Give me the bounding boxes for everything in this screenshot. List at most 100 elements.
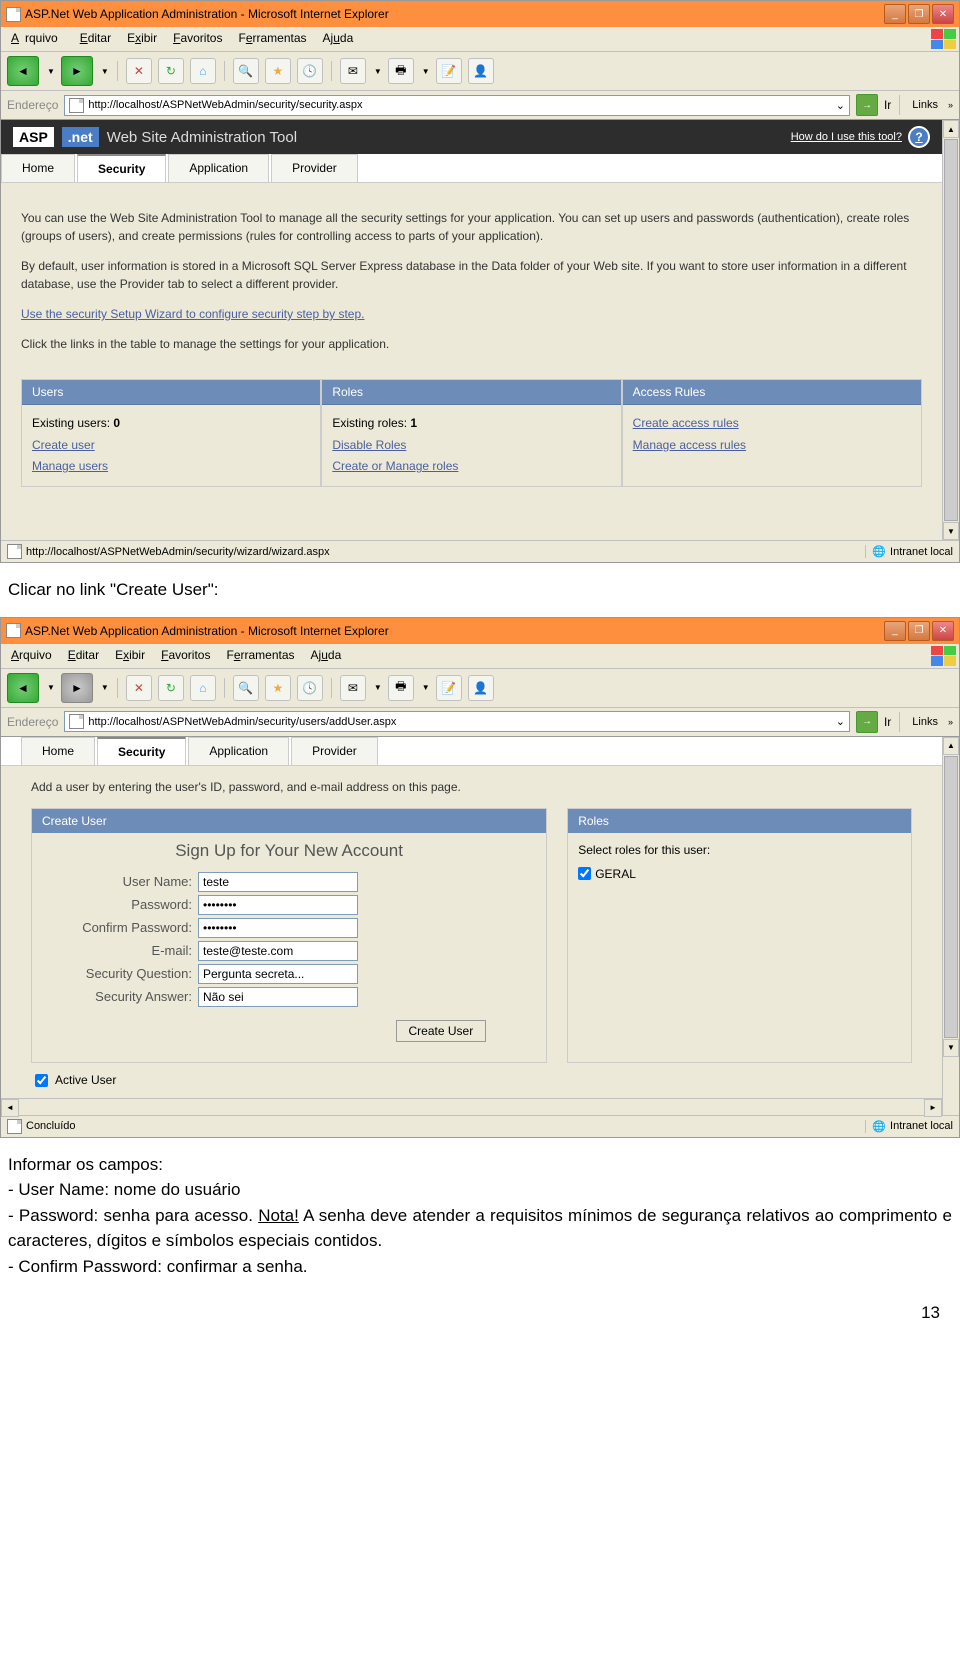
tabs: Home Security Application Provider (1, 737, 942, 766)
messenger-button[interactable]: 👤 (468, 675, 494, 701)
mail-button[interactable]: ✉ (340, 675, 366, 701)
history-button[interactable]: 🕓 (297, 58, 323, 84)
go-button[interactable]: → (856, 711, 878, 733)
close-button[interactable]: ✕ (932, 621, 954, 641)
edit-button[interactable]: 📝 (436, 675, 462, 701)
username-input[interactable] (198, 872, 358, 892)
help-link[interactable]: How do I use this tool? (791, 131, 902, 143)
windows-flag-icon (931, 29, 955, 49)
messenger-button[interactable]: 👤 (468, 58, 494, 84)
forward-button[interactable]: ► (61, 56, 93, 86)
menu-editar[interactable]: Editar (74, 29, 117, 49)
help-icon[interactable]: ? (908, 126, 930, 148)
print-button[interactable]: 🖶 (388, 675, 414, 701)
password-input[interactable] (198, 895, 358, 915)
close-button[interactable]: ✕ (932, 4, 954, 24)
users-column: Users Existing users: 0 Create user Mana… (21, 379, 321, 487)
scroll-thumb[interactable] (944, 756, 958, 1038)
disable-roles-link[interactable]: Disable Roles (332, 438, 406, 452)
security-question-input[interactable] (198, 964, 358, 984)
manage-access-link[interactable]: Manage access rules (633, 438, 746, 452)
minimize-button[interactable]: _ (884, 621, 906, 641)
tab-security[interactable]: Security (77, 154, 166, 182)
home-button[interactable]: ⌂ (190, 675, 216, 701)
vertical-scrollbar[interactable]: ▲ ▼ (942, 737, 959, 1115)
links-label[interactable]: Links (908, 716, 942, 728)
scroll-left-button[interactable]: ◄ (1, 1099, 19, 1117)
minimize-button[interactable]: _ (884, 4, 906, 24)
links-label[interactable]: Links (908, 99, 942, 111)
menu-favoritos[interactable]: Favoritos (155, 646, 216, 666)
create-access-link[interactable]: Create access rules (633, 416, 739, 430)
doc-confirm: - Confirm Password: confirmar a senha. (8, 1254, 952, 1280)
content-body: You can use the Web Site Administration … (1, 183, 942, 379)
menu-exibir[interactable]: Exibir (109, 646, 151, 666)
search-button[interactable]: 🔍 (233, 58, 259, 84)
menu-editar[interactable]: Editar (62, 646, 105, 666)
mail-button[interactable]: ✉ (340, 58, 366, 84)
active-user-checkbox[interactable] (35, 1074, 48, 1087)
toolbar: ◄▼ ►▼ ✕ ↻ ⌂ 🔍 ★ 🕓 ✉▼ 🖶▼ 📝 👤 (1, 52, 959, 91)
menu-arquivo[interactable]: Arquivo (5, 646, 58, 666)
menu-ajuda[interactable]: Ajuda (305, 646, 348, 666)
wizard-link[interactable]: Use the security Setup Wizard to configu… (21, 307, 365, 321)
tab-provider[interactable]: Provider (291, 737, 378, 765)
create-user-link[interactable]: Create user (32, 438, 95, 452)
maximize-button[interactable]: ❐ (908, 4, 930, 24)
menubar: Arquivo Editar Exibir Favoritos Ferramen… (1, 644, 959, 669)
go-button[interactable]: → (856, 94, 878, 116)
favorites-button[interactable]: ★ (265, 675, 291, 701)
ie-icon (6, 623, 21, 638)
scroll-down-button[interactable]: ▼ (943, 522, 959, 540)
tab-application[interactable]: Application (168, 154, 269, 182)
scroll-right-button[interactable]: ► (924, 1099, 942, 1117)
security-answer-input[interactable] (198, 987, 358, 1007)
tool-title: Web Site Administration Tool (107, 129, 297, 146)
scroll-up-button[interactable]: ▲ (943, 737, 959, 755)
edit-button[interactable]: 📝 (436, 58, 462, 84)
favorites-button[interactable]: ★ (265, 58, 291, 84)
stop-button[interactable]: ✕ (126, 675, 152, 701)
back-button[interactable]: ◄ (7, 56, 39, 86)
back-button[interactable]: ◄ (7, 673, 39, 703)
tab-security[interactable]: Security (97, 737, 186, 765)
email-label: E-mail: (52, 943, 192, 958)
menu-ajuda[interactable]: Ajuda (317, 29, 360, 49)
refresh-button[interactable]: ↻ (158, 675, 184, 701)
tab-home[interactable]: Home (1, 154, 75, 182)
tab-provider[interactable]: Provider (271, 154, 358, 182)
role-checkbox[interactable] (578, 867, 591, 880)
horizontal-scrollbar[interactable]: ◄ ► (1, 1098, 942, 1115)
address-input[interactable]: http://localhost/ASPNetWebAdmin/security… (64, 95, 850, 116)
tab-application[interactable]: Application (188, 737, 289, 765)
confirm-password-input[interactable] (198, 918, 358, 938)
stop-button[interactable]: ✕ (126, 58, 152, 84)
home-button[interactable]: ⌂ (190, 58, 216, 84)
manage-roles-link[interactable]: Create or Manage roles (332, 459, 458, 473)
password-label: Password: (52, 897, 192, 912)
page-icon (69, 714, 84, 729)
menu-arquivo[interactable]: Arquivo (5, 29, 70, 49)
address-input[interactable]: http://localhost/ASPNetWebAdmin/security… (64, 711, 850, 732)
create-user-button[interactable]: Create User (396, 1020, 487, 1042)
scroll-up-button[interactable]: ▲ (943, 120, 959, 138)
maximize-button[interactable]: ❐ (908, 621, 930, 641)
tab-home[interactable]: Home (21, 737, 95, 765)
print-button[interactable]: 🖶 (388, 58, 414, 84)
scroll-down-button[interactable]: ▼ (943, 1039, 959, 1057)
doc-nota: Nota! (258, 1206, 299, 1225)
menu-favoritos[interactable]: Favoritos (167, 29, 228, 49)
doc-informar: Informar os campos: (8, 1152, 952, 1178)
windows-flag-icon (931, 646, 955, 666)
history-button[interactable]: 🕓 (297, 675, 323, 701)
email-input[interactable] (198, 941, 358, 961)
refresh-button[interactable]: ↻ (158, 58, 184, 84)
search-button[interactable]: 🔍 (233, 675, 259, 701)
scroll-thumb[interactable] (944, 139, 958, 521)
roles-text: Select roles for this user: (578, 843, 901, 857)
menu-exibir[interactable]: Exibir (121, 29, 163, 49)
manage-users-link[interactable]: Manage users (32, 459, 108, 473)
menu-ferramentas[interactable]: Ferramentas (232, 29, 312, 49)
vertical-scrollbar[interactable]: ▲ ▼ (942, 120, 959, 540)
menu-ferramentas[interactable]: Ferramentas (220, 646, 300, 666)
